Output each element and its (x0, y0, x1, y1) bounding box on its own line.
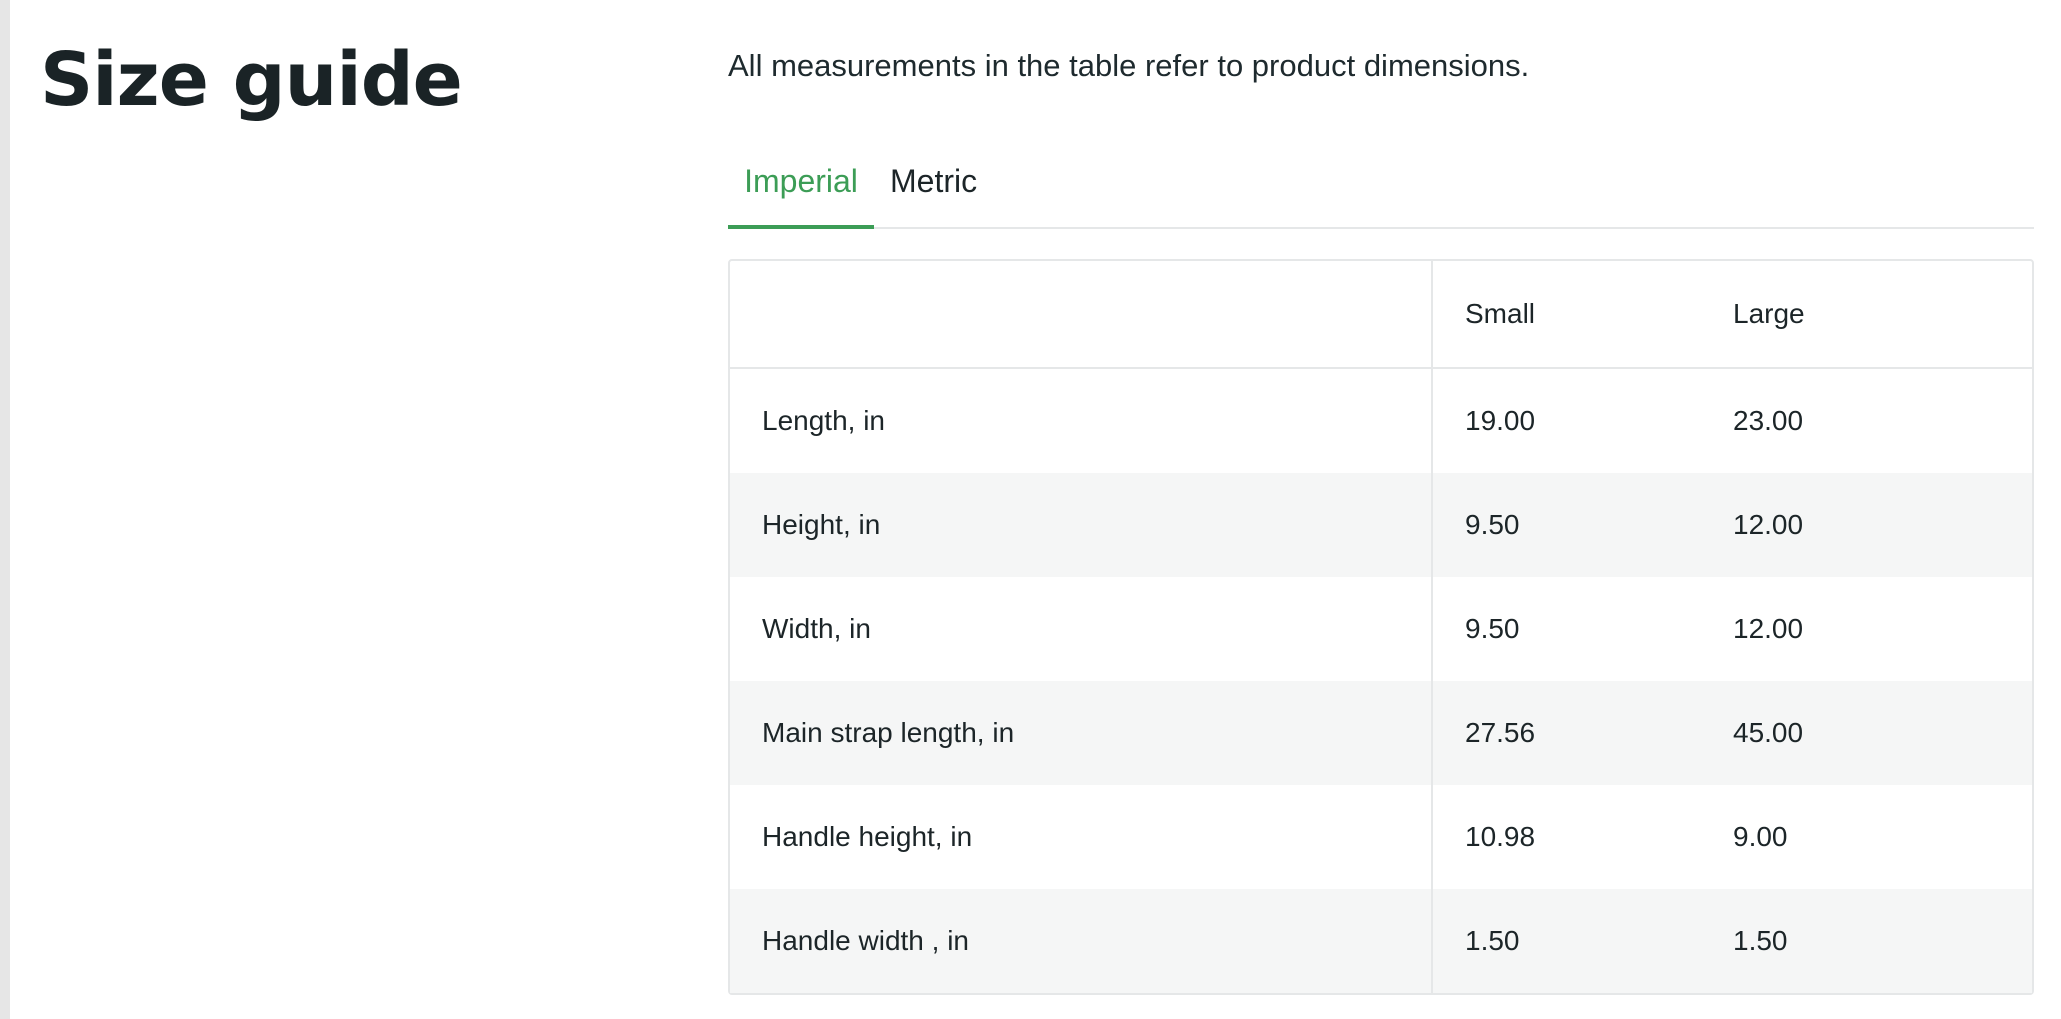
intro-text: All measurements in the table refer to p… (728, 48, 1530, 83)
column-header-label (730, 261, 1433, 369)
large-value: 23.00 (1733, 405, 1804, 436)
small-value: 10.98 (1465, 821, 1536, 852)
small-value: 19.00 (1465, 405, 1536, 436)
column-header-large: Large (1733, 261, 2032, 369)
size-guide-page: Size guide All measurements in the table… (0, 0, 2061, 1019)
row-label: Width, in (730, 577, 1433, 681)
column-header-small: Small (1433, 261, 1733, 369)
large-value: 9.00 (1733, 821, 1788, 852)
small-value: 9.50 (1433, 473, 1733, 577)
table-row: Handle height, in 10.98 9.00 (730, 785, 2032, 889)
left-rail (0, 0, 10, 1019)
size-table: Small Large Length, in 19.00 23.00 Heigh… (728, 259, 2034, 995)
table-row: Length, in 19.00 23.00 (730, 369, 2032, 473)
row-label: Handle width , in (730, 889, 1433, 993)
row-label: Handle height, in (730, 785, 1433, 889)
tab-imperial[interactable]: Imperial (728, 150, 874, 229)
row-label: Height, in (730, 473, 1433, 577)
large-value: 12.00 (1733, 473, 2032, 577)
table-row: Height, in 9.50 12.00 (730, 473, 2032, 577)
table-row: Handle width , in 1.50 1.50 (730, 889, 2032, 993)
table-row: Main strap length, in 27.56 45.00 (730, 681, 2032, 785)
row-label: Length, in (730, 369, 1433, 473)
small-value: 27.56 (1433, 681, 1733, 785)
small-value: 1.50 (1433, 889, 1733, 993)
table-row: Width, in 9.50 12.00 (730, 577, 2032, 681)
table-header-row: Small Large (730, 261, 2032, 369)
tab-metric[interactable]: Metric (890, 150, 977, 227)
page-title: Size guide (40, 37, 463, 123)
large-value: 1.50 (1733, 889, 2032, 993)
large-value: 12.00 (1733, 613, 1804, 644)
large-value: 45.00 (1733, 681, 2032, 785)
unit-tabs: Imperial Metric (728, 150, 2034, 229)
small-value: 9.50 (1465, 613, 1520, 644)
row-label: Main strap length, in (730, 681, 1433, 785)
